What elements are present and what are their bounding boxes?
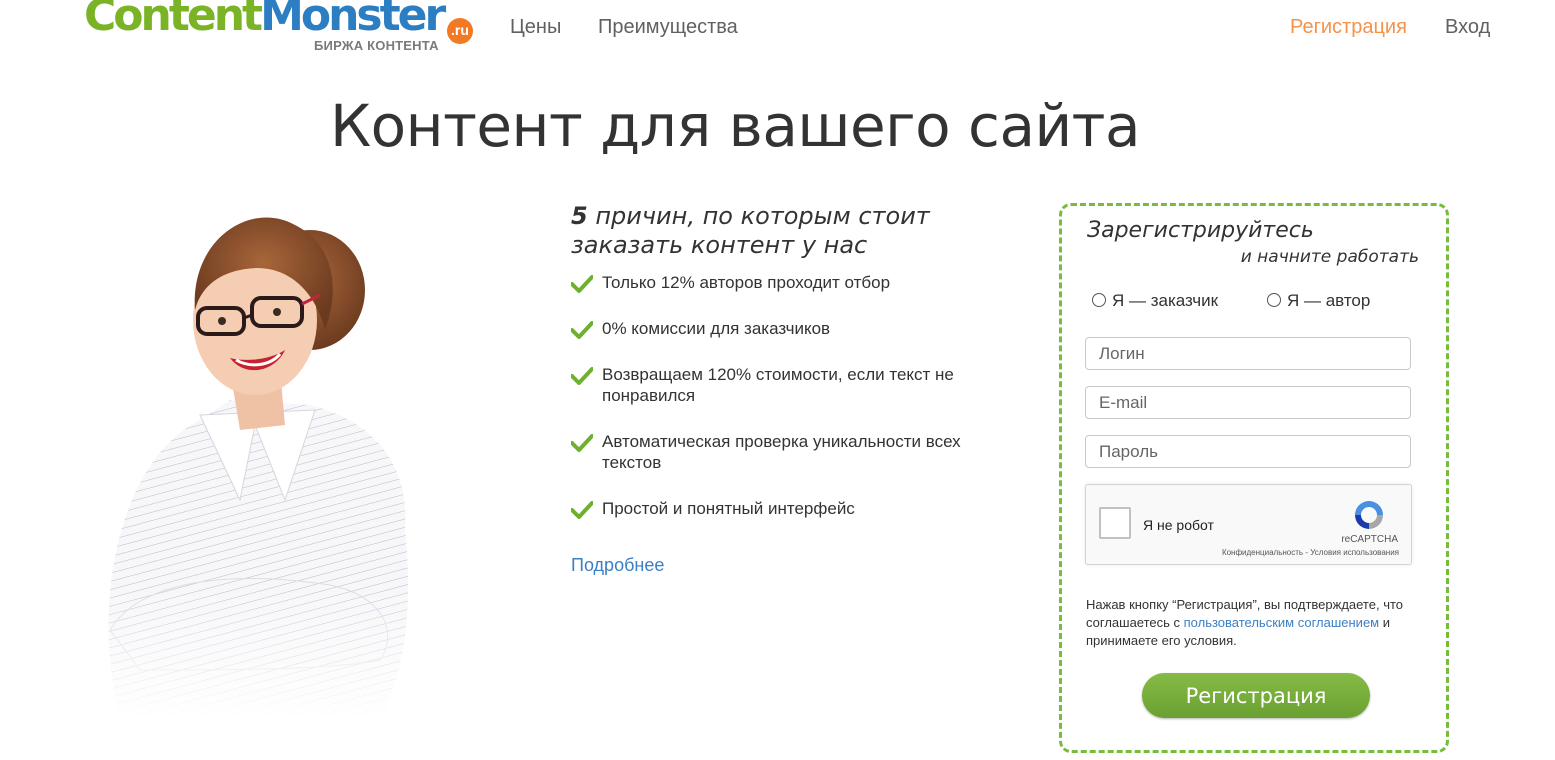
email-input[interactable]: [1085, 386, 1411, 419]
benefit-list: Только 12% авторов проходит отбор 0% ком…: [571, 272, 991, 519]
checkmark-icon: [571, 434, 593, 452]
logo-wordmark: ContentMonster: [84, 0, 446, 41]
nav-register-link[interactable]: Регистрация: [1290, 16, 1407, 39]
woman-photo: [80, 200, 430, 720]
radio-author[interactable]: Я — автор: [1267, 291, 1370, 311]
recaptcha-checkbox[interactable]: [1099, 507, 1131, 539]
login-input[interactable]: [1085, 337, 1411, 370]
benefit-item: Только 12% авторов проходит отбор: [571, 272, 991, 293]
logo-ru-badge: .ru: [447, 18, 473, 44]
nav-login-link[interactable]: Вход: [1445, 16, 1490, 39]
registration-box: Зарегистрируйтесь и начните работать Я —…: [1059, 203, 1449, 753]
password-input[interactable]: [1085, 435, 1411, 468]
benefit-item: Простой и понятный интерфейс: [571, 498, 991, 519]
checkmark-icon: [571, 367, 593, 385]
recaptcha-brand: reCAPTCHA: [1341, 534, 1398, 545]
reasons-title: 5 причин, по которым стоит заказать конт…: [571, 202, 930, 259]
nav-prices-link[interactable]: Цены: [510, 16, 561, 39]
recaptcha-privacy-link[interactable]: Конфиденциальность: [1222, 548, 1303, 557]
registration-subtitle: и начните работать: [1240, 247, 1419, 267]
radio-circle-icon[interactable]: [1267, 293, 1281, 307]
recaptcha-widget: Я не робот reCAPTCHA Конфиденциальность …: [1085, 484, 1412, 565]
more-link[interactable]: Подробнее: [571, 555, 664, 576]
user-agreement-link[interactable]: пользовательским соглашением: [1184, 615, 1379, 630]
radio-customer[interactable]: Я — заказчик: [1092, 291, 1218, 311]
benefit-item: Возвращаем 120% стоимости, если текст не…: [571, 364, 991, 406]
nav-benefits-link[interactable]: Преимущества: [598, 16, 738, 39]
terms-text: Нажав кнопку “Регистрация”, вы подтвержд…: [1086, 597, 1404, 648]
logo-tagline: БИРЖА КОНТЕНТА: [314, 38, 439, 53]
recaptcha-logo-icon: [1355, 501, 1383, 529]
benefit-item: 0% комиссии для заказчиков: [571, 318, 991, 339]
checkmark-icon: [571, 321, 593, 339]
logo[interactable]: ContentMonster .ru БИРЖА КОНТЕНТА: [84, 0, 474, 56]
recaptcha-links: Конфиденциальность - Условия использован…: [1221, 548, 1399, 557]
registration-title: Зарегистрируйтесь: [1087, 218, 1314, 243]
recaptcha-label: Я не робот: [1143, 517, 1214, 533]
radio-circle-icon[interactable]: [1092, 293, 1106, 307]
recaptcha-terms-link[interactable]: Условия использования: [1310, 548, 1399, 557]
checkmark-icon: [571, 275, 593, 293]
checkmark-icon: [571, 501, 593, 519]
benefit-item: Автоматическая проверка уникальности все…: [571, 431, 991, 473]
hero-title: Контент для вашего сайта: [329, 92, 1141, 160]
register-button[interactable]: Регистрация: [1142, 673, 1370, 718]
